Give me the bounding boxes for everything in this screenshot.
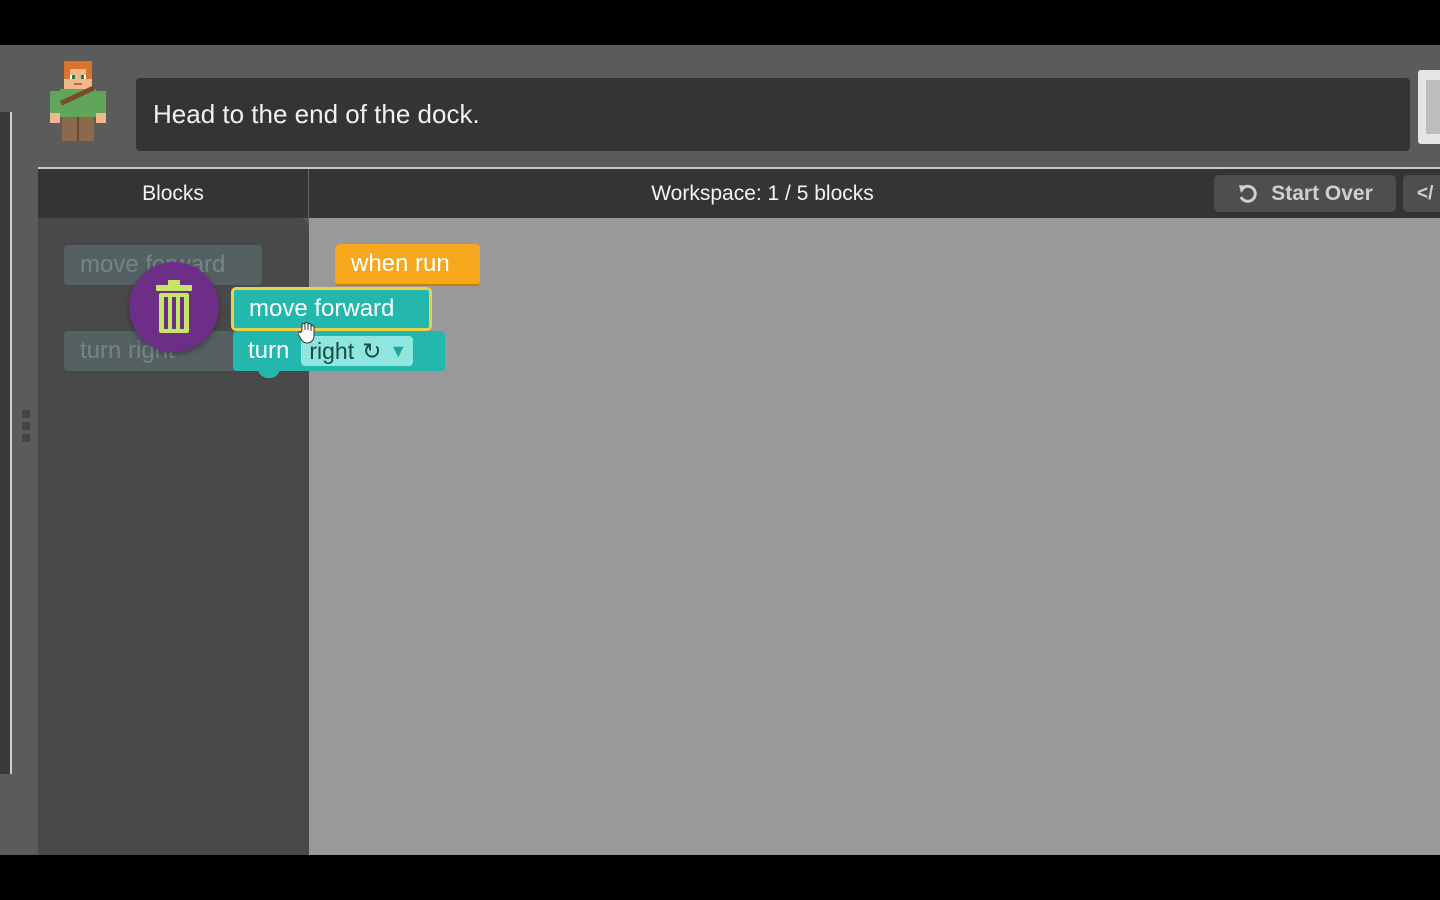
chevron-down-icon: ▼	[389, 340, 408, 361]
trash-can[interactable]	[129, 262, 219, 352]
resize-handle[interactable]	[22, 410, 32, 444]
instruction-text: Head to the end of the dock.	[153, 99, 480, 129]
turn-direction-dropdown[interactable]: right ↻ ▼	[301, 336, 414, 366]
turn-direction-value: right	[309, 337, 355, 364]
turn-block[interactable]: turn right ↻ ▼	[233, 331, 445, 371]
code-label: </	[1417, 182, 1434, 204]
move-forward-block[interactable]: move forward	[231, 287, 432, 331]
start-over-button[interactable]: Start Over	[1214, 175, 1396, 212]
alex-avatar-icon	[50, 61, 106, 141]
start-over-label: Start Over	[1271, 181, 1373, 205]
left-panel-edge	[0, 112, 12, 774]
instruction-bar: Head to the end of the dock.	[136, 78, 1410, 151]
move-forward-label: move forward	[249, 295, 395, 322]
rotate-clockwise-icon: ↻	[362, 337, 382, 364]
undo-icon	[1239, 184, 1257, 203]
when-run-block[interactable]: when run	[335, 244, 480, 286]
bottom-letterbox	[0, 855, 1440, 900]
workspace-canvas[interactable]	[309, 218, 1440, 855]
turn-label: turn	[248, 337, 290, 364]
editor-header: Blocks Workspace: 1 / 5 blocks Start Ove…	[38, 169, 1440, 218]
blocks-panel-title: Blocks	[38, 169, 309, 218]
trash-icon	[156, 280, 192, 333]
workspace-title: Workspace: 1 / 5 blocks	[651, 181, 874, 205]
hand-cursor-icon	[298, 322, 315, 344]
side-action-button[interactable]	[1418, 70, 1440, 144]
when-run-label: when run	[351, 250, 450, 277]
show-code-button[interactable]: </	[1403, 175, 1440, 212]
